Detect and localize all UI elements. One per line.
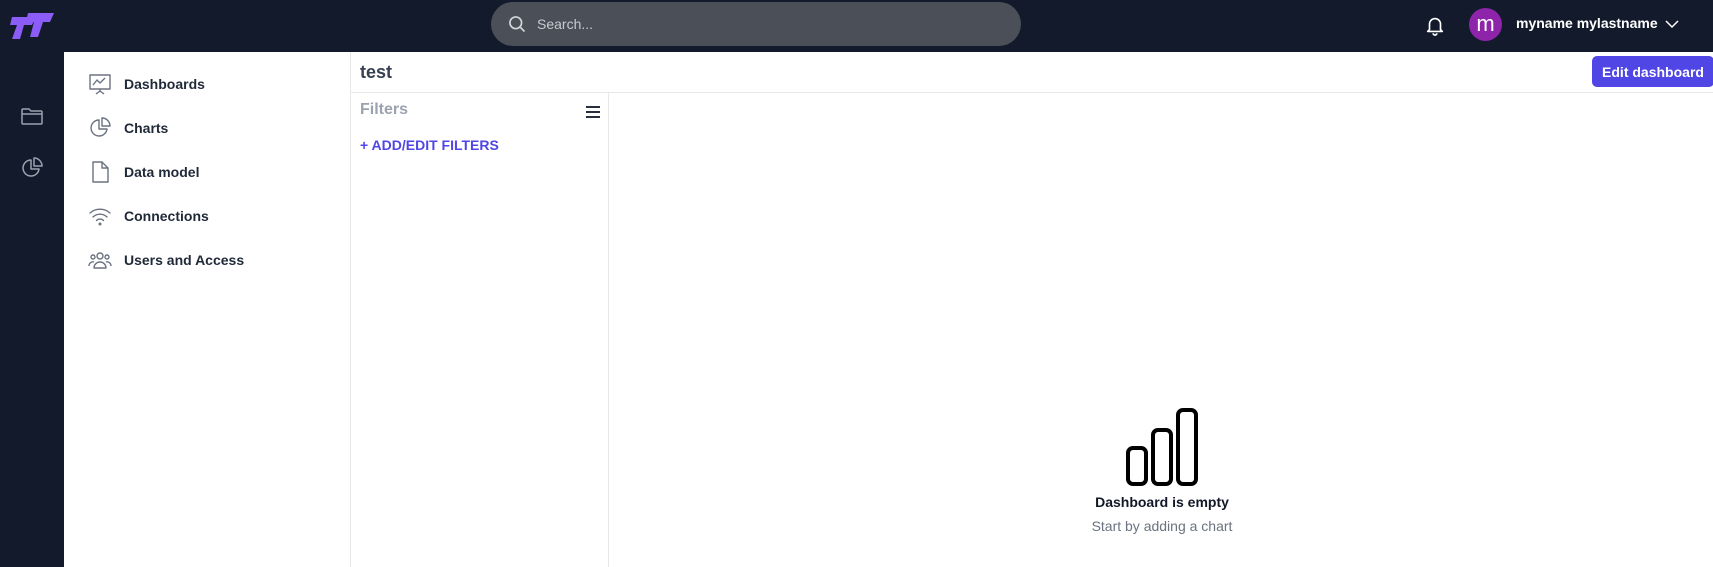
chevron-down-icon[interactable] xyxy=(1664,16,1680,32)
pie-chart-icon[interactable] xyxy=(20,156,44,180)
document-icon xyxy=(92,161,109,183)
avatar[interactable]: m xyxy=(1469,8,1502,41)
filters-panel: Filters + ADD/EDIT FILTERS xyxy=(351,93,609,567)
sidebar-item-label: Charts xyxy=(124,120,169,136)
sidebar-item-data-model[interactable]: Data model xyxy=(88,157,199,187)
presentation-chart-icon xyxy=(89,74,111,95)
sidebar-item-label: Dashboards xyxy=(124,76,205,92)
sidebar-item-connections[interactable]: Connections xyxy=(88,201,209,231)
folder-icon[interactable] xyxy=(20,104,44,128)
search-icon xyxy=(509,16,526,33)
dashboard-header: test Edit dashboard xyxy=(351,52,1713,93)
bar-chart-icon xyxy=(1126,408,1198,486)
users-group-icon xyxy=(88,252,112,269)
top-bar: m myname mylastname xyxy=(0,0,1713,52)
add-edit-filters-link[interactable]: + ADD/EDIT FILTERS xyxy=(360,137,499,153)
notifications-bell-icon[interactable] xyxy=(1424,13,1446,37)
sidebar-item-charts[interactable]: Charts xyxy=(88,113,168,143)
wifi-icon xyxy=(89,208,111,226)
page-title: test xyxy=(360,62,393,82)
sidebar-item-dashboards[interactable]: Dashboards xyxy=(88,69,205,99)
sidebar-item-users-and-access[interactable]: Users and Access xyxy=(88,245,244,275)
sidebar-item-label: Data model xyxy=(124,164,200,180)
empty-state-subtitle: Start by adding a chart xyxy=(1091,518,1233,534)
username[interactable]: myname mylastname xyxy=(1516,15,1658,31)
filters-title: Filters xyxy=(360,101,409,118)
pie-chart-icon xyxy=(90,117,111,137)
empty-state-title: Dashboard is empty xyxy=(1095,494,1229,510)
logo[interactable] xyxy=(10,11,54,45)
icon-rail xyxy=(0,52,64,567)
sidebar-item-label: Users and Access xyxy=(124,252,245,268)
empty-state: Dashboard is empty Start by adding a cha… xyxy=(1062,406,1262,534)
search-bar[interactable] xyxy=(491,2,1021,46)
sidebar: Dashboards Charts Data model Connections xyxy=(64,52,351,567)
search-input[interactable] xyxy=(537,16,997,32)
edit-dashboard-button[interactable]: Edit dashboard xyxy=(1592,56,1713,87)
menu-icon[interactable] xyxy=(585,105,601,119)
sidebar-item-label: Connections xyxy=(124,208,209,224)
